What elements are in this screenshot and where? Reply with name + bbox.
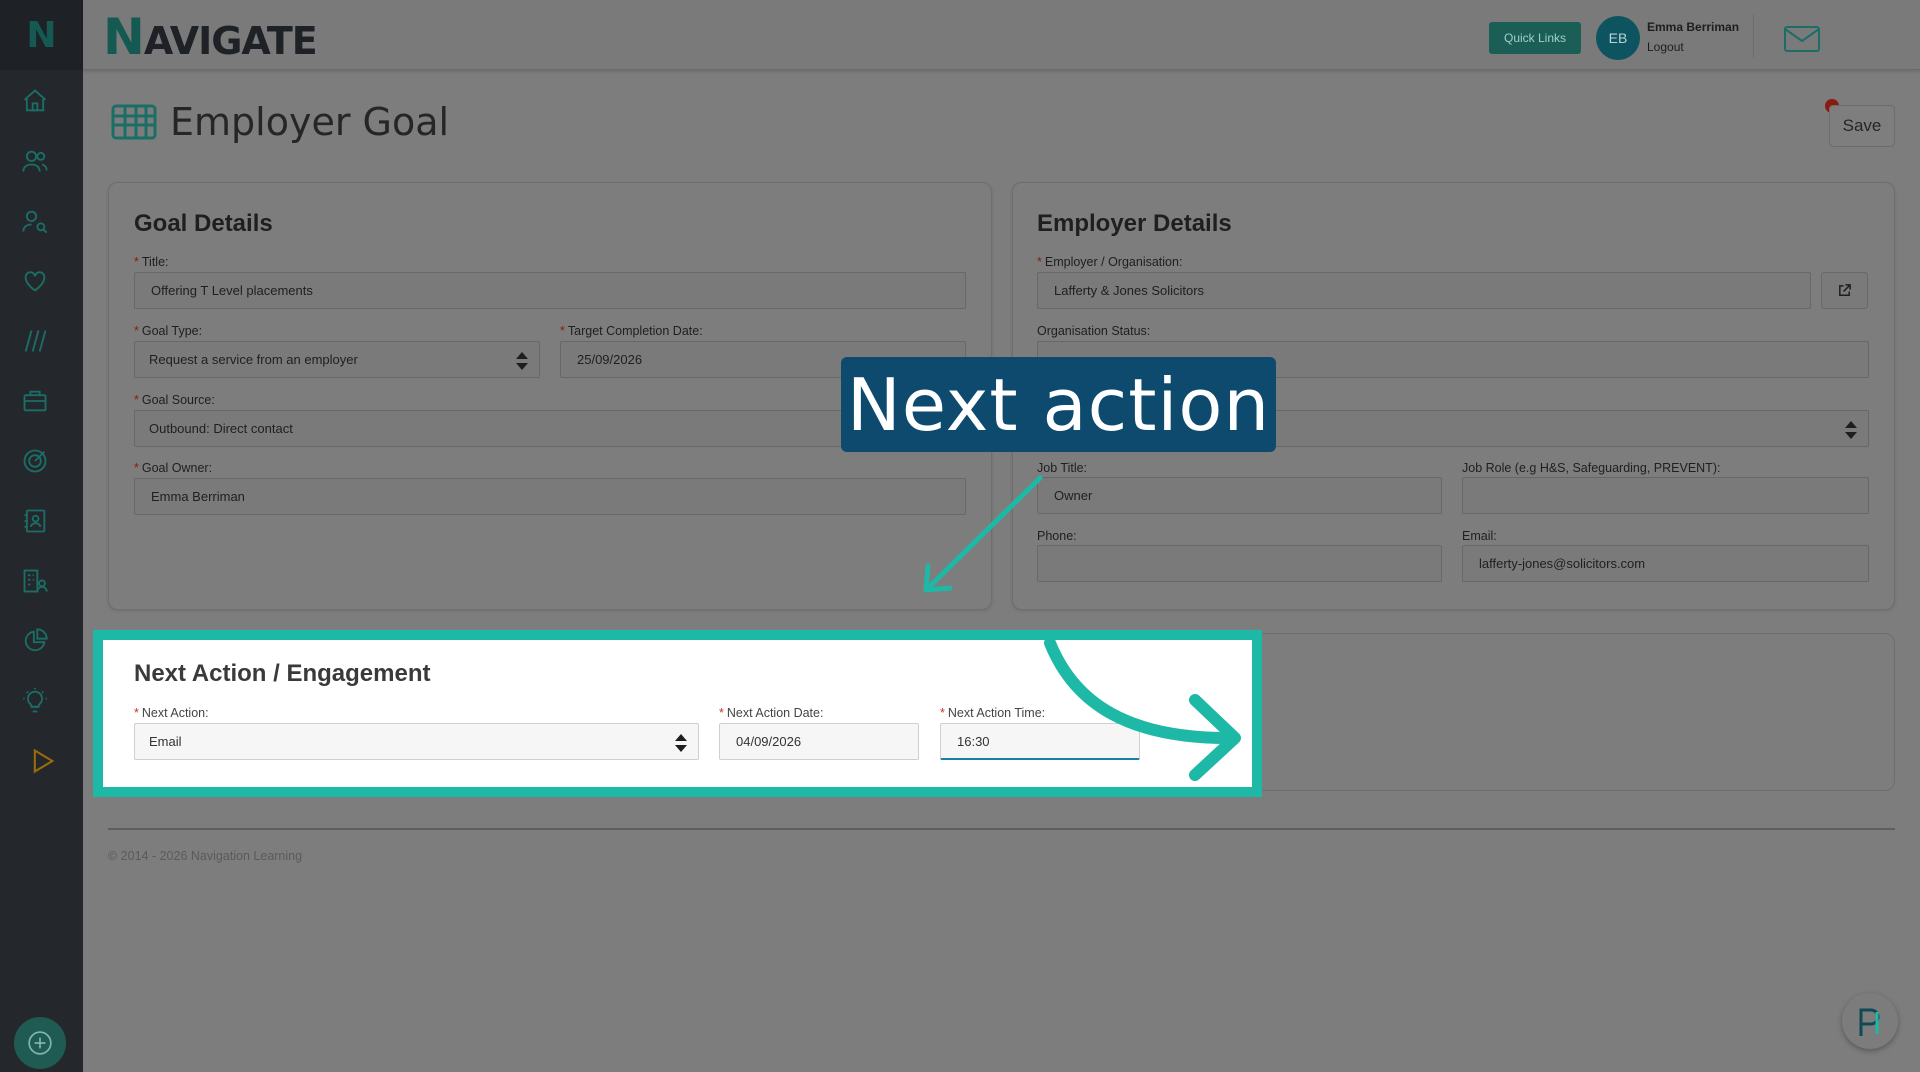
title-label: * Title: xyxy=(134,255,169,269)
help-widget-icon[interactable] xyxy=(1842,993,1898,1049)
next-action-title: Next Action / Engagement xyxy=(134,660,431,687)
goal-details-title: Goal Details xyxy=(134,210,273,237)
logout-link[interactable]: Logout xyxy=(1647,40,1684,54)
contact-book-icon[interactable] xyxy=(20,506,50,536)
slashes-icon[interactable] xyxy=(20,326,50,356)
sidebar-logo[interactable]: N xyxy=(0,0,83,70)
title-value: Offering T Level placements xyxy=(151,283,313,298)
email-value: lafferty-jones@solicitors.com xyxy=(1479,556,1646,571)
user-name: Emma Berriman xyxy=(1647,20,1740,34)
email-field[interactable]: lafferty-jones@solicitors.com xyxy=(1462,545,1869,582)
sort-arrows-icon xyxy=(675,734,687,752)
goal-owner-value: Emma Berriman xyxy=(151,489,245,504)
calendar-grid-icon xyxy=(110,102,158,142)
building-people-icon[interactable] xyxy=(20,566,50,596)
goal-owner-field[interactable]: Emma Berriman xyxy=(134,478,966,515)
top-bar: NAVIGATE xyxy=(83,0,1920,70)
brand-logo[interactable]: NAVIGATE xyxy=(103,8,318,66)
quick-links-button[interactable]: Quick Links xyxy=(1489,22,1581,54)
job-role-label: Job Role (e.g H&S, Safeguarding, PREVENT… xyxy=(1462,461,1721,475)
job-title-field[interactable]: Owner xyxy=(1037,477,1442,514)
employer-value: Lafferty & Jones Solicitors xyxy=(1054,283,1205,298)
external-link-icon xyxy=(1839,284,1851,296)
phone-field[interactable] xyxy=(1037,545,1442,582)
save-button[interactable]: Save xyxy=(1829,105,1895,147)
employer-field[interactable]: Lafferty & Jones Solicitors xyxy=(1037,272,1811,309)
footer-divider xyxy=(108,828,1895,830)
pie-chart-icon[interactable] xyxy=(20,626,50,656)
job-title-label: Job Title: xyxy=(1037,461,1088,475)
goal-owner-label: * Goal Owner: xyxy=(134,461,213,475)
goal-type-value: Request a service from an employer xyxy=(149,352,358,367)
sort-arrows-icon xyxy=(516,352,528,370)
open-employer-button[interactable] xyxy=(1821,272,1868,309)
next-action-date-value: 04/09/2026 xyxy=(736,734,802,749)
next-action-time-value: 16:30 xyxy=(957,733,990,749)
briefcase-icon[interactable] xyxy=(20,386,50,416)
next-action-select[interactable]: Email xyxy=(134,723,699,760)
sidebar: N xyxy=(0,0,83,1072)
play-icon[interactable] xyxy=(28,746,58,776)
footer-copyright: © 2014 - 2026 Navigation Learning xyxy=(108,849,303,863)
next-action-value: Email xyxy=(149,734,182,749)
target-icon[interactable] xyxy=(20,446,50,476)
home-icon[interactable] xyxy=(20,86,50,116)
target-date-value: 25/09/2026 xyxy=(577,352,643,367)
heart-icon[interactable] xyxy=(20,266,50,296)
phone-label: Phone: xyxy=(1037,529,1077,543)
brand-text: AVIGATE xyxy=(143,19,318,63)
divider xyxy=(1753,14,1754,58)
org-status-label: Organisation Status: xyxy=(1037,324,1151,338)
next-action-card-extension xyxy=(1262,633,1895,791)
next-action-label: * Next Action: xyxy=(134,706,209,720)
goal-type-select[interactable]: Request a service from an employer xyxy=(134,341,540,378)
brand-initial: N xyxy=(103,8,145,66)
goal-type-label: * Goal Type: xyxy=(134,324,203,338)
target-date-label: * Target Completion Date: xyxy=(560,324,703,338)
next-action-time-label: * Next Action Time: xyxy=(940,706,1046,720)
email-label: Email: xyxy=(1462,529,1497,543)
next-action-date-field[interactable]: 04/09/2026 xyxy=(719,723,919,760)
title-field[interactable]: Offering T Level placements xyxy=(134,272,966,309)
plus-circle-icon[interactable] xyxy=(14,1017,66,1069)
next-action-time-field[interactable]: 16:30 xyxy=(940,723,1140,760)
employer-label: * Employer / Organisation: xyxy=(1037,255,1183,269)
job-role-field[interactable] xyxy=(1462,477,1869,514)
job-title-value: Owner xyxy=(1054,488,1093,503)
user-search-icon[interactable] xyxy=(20,206,50,236)
sidebar-logo-letter: N xyxy=(26,14,57,56)
goal-source-label: * Goal Source: xyxy=(134,393,215,407)
sort-arrows-icon xyxy=(1845,421,1857,439)
callout-label: Next action xyxy=(841,357,1276,452)
goal-source-value: Outbound: Direct contact xyxy=(149,421,293,436)
next-action-date-label: * Next Action Date: xyxy=(719,706,824,720)
page-title: Employer Goal xyxy=(170,100,450,144)
highlight-frame xyxy=(93,630,1262,797)
avatar[interactable]: EB xyxy=(1596,16,1640,60)
lightbulb-icon[interactable] xyxy=(20,686,50,716)
employer-details-title: Employer Details xyxy=(1037,210,1232,237)
users-icon[interactable] xyxy=(20,146,50,176)
mail-icon[interactable] xyxy=(1783,24,1821,54)
